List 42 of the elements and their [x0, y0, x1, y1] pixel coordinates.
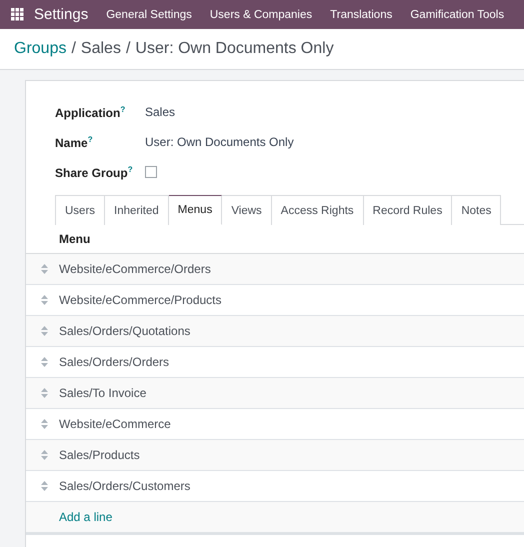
drag-handle-icon[interactable]	[41, 388, 48, 398]
field-label: Name$^{?}$	[55, 134, 94, 150]
table-cell: Sales/Products	[59, 448, 140, 462]
apps-grid-icon[interactable]	[11, 8, 24, 21]
breadcrumb-current: Sales	[80, 40, 121, 58]
tab[interactable]: Views	[222, 195, 272, 225]
table-cell: Sales/Orders/Customers	[59, 479, 190, 493]
drag-handle-icon[interactable]	[41, 450, 48, 460]
app-title[interactable]: Settings	[34, 6, 88, 23]
table-cell: Sales/Orders/Quotations	[59, 324, 190, 338]
drag-handle-icon[interactable]	[41, 295, 48, 305]
field-value: Sales	[145, 105, 176, 119]
drag-handle-icon[interactable]	[41, 357, 48, 367]
breadcrumb-separator: /	[71, 40, 76, 58]
drag-handle-icon[interactable]	[41, 481, 48, 491]
table-cell: Sales/To Invoice	[59, 386, 146, 400]
nav-menu-item[interactable]: General Settings	[106, 8, 192, 20]
field-label: Application$^{?}$	[55, 104, 126, 120]
checkbox[interactable]	[145, 166, 157, 178]
tab[interactable]: Menus	[168, 195, 222, 225]
field-label: Share Group$^{?}$	[55, 164, 134, 180]
table-cell: Website/eCommerce	[59, 417, 171, 431]
tab[interactable]: Access Rights	[272, 195, 364, 225]
breadcrumb-current: User: Own Documents Only	[135, 40, 334, 58]
nav-menu-item[interactable]: Translations	[330, 8, 392, 20]
nav-menu-item[interactable]: Users & Companies	[210, 8, 312, 20]
breadcrumb-separator: /	[126, 40, 130, 58]
table-cell: Sales/Orders/Orders	[59, 355, 170, 369]
field-value: User: Own Documents Only	[145, 135, 294, 149]
add-line-link[interactable]: Add a line	[59, 510, 112, 524]
drag-handle-icon[interactable]	[41, 264, 48, 274]
table-cell: Website/eCommerce/Orders	[59, 262, 211, 276]
tab[interactable]: Inherited	[105, 195, 169, 225]
tab[interactable]: Notes	[452, 195, 502, 225]
drag-handle-icon[interactable]	[41, 419, 48, 429]
drag-handle-icon[interactable]	[41, 326, 48, 336]
nav-menu-item[interactable]: Gamification Tools	[410, 8, 504, 20]
breadcrumb-link[interactable]: Groups	[14, 40, 66, 58]
tab[interactable]: Users	[55, 195, 106, 225]
tab[interactable]: Record Rules	[364, 195, 452, 225]
table-cell: Website/eCommerce/Products	[59, 293, 222, 307]
column-header[interactable]: Menu	[59, 232, 90, 246]
